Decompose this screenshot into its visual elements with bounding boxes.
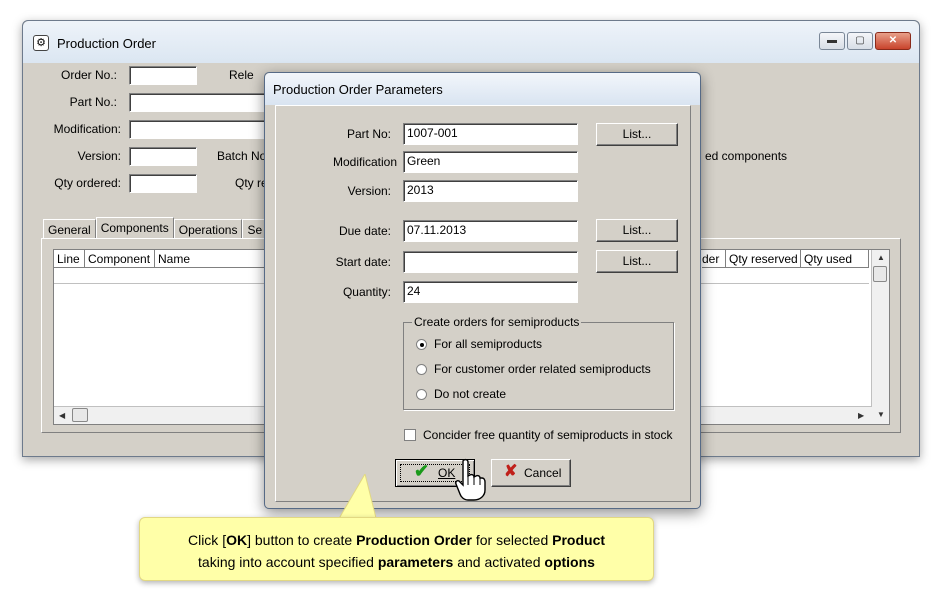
col-order[interactable]: der bbox=[702, 250, 726, 268]
close-button[interactable]: ✕ bbox=[875, 32, 911, 50]
radio-customer-order-semiproducts[interactable] bbox=[416, 364, 427, 375]
col-name[interactable]: Name bbox=[155, 250, 265, 268]
part-no-label: Part No.: bbox=[69, 95, 117, 109]
modification-label: Modification: bbox=[53, 122, 121, 136]
tab-operations[interactable]: Operations bbox=[173, 219, 243, 239]
horizontal-scroll-thumb[interactable] bbox=[72, 408, 88, 422]
dialog-title: Production Order Parameters bbox=[273, 82, 443, 97]
col-qty-reserved[interactable]: Qty reserved bbox=[726, 250, 801, 268]
due-date-input[interactable]: 07.11.2013 bbox=[403, 220, 578, 242]
quantity-label: Quantity: bbox=[342, 285, 391, 299]
release-label: Rele bbox=[229, 68, 254, 82]
callout-bold-product: Product bbox=[552, 532, 606, 548]
related-components-label: ed components bbox=[705, 149, 788, 163]
version-input[interactable]: 2013 bbox=[403, 180, 578, 202]
callout-text: Click [OK] button to create Production O… bbox=[140, 529, 653, 573]
cancel-button-label: Cancel bbox=[524, 466, 562, 480]
order-no-label: Order No.: bbox=[60, 68, 117, 82]
scroll-up-icon[interactable]: ▲ bbox=[877, 253, 885, 262]
free-quantity-checkbox-label[interactable]: Concider free quantity of semiproducts i… bbox=[423, 428, 672, 442]
minimize-button[interactable]: ▬ bbox=[819, 32, 845, 50]
production-order-parameters-dialog: Production Order Parameters Part No: 100… bbox=[264, 72, 701, 509]
cancel-button[interactable]: ✘ Cancel bbox=[491, 459, 571, 487]
part-no-input[interactable]: 1007-001 bbox=[403, 123, 578, 145]
callout-tail bbox=[336, 474, 378, 522]
vertical-scroll-thumb[interactable] bbox=[873, 266, 887, 282]
part-no-field[interactable] bbox=[129, 93, 269, 112]
tab-components[interactable]: Components bbox=[95, 217, 174, 239]
col-qty-used[interactable]: Qty used bbox=[801, 250, 869, 268]
main-titlebar[interactable]: ⚙ Production Order ▬ ▢ ✕ bbox=[23, 21, 919, 63]
tab-general[interactable]: General bbox=[43, 219, 96, 239]
window-controls: ▬ ▢ ✕ bbox=[819, 32, 911, 50]
hand-pointer-icon bbox=[455, 458, 486, 501]
scroll-down-icon[interactable]: ▼ bbox=[877, 410, 885, 419]
free-quantity-checkbox[interactable] bbox=[404, 429, 416, 441]
radio-do-not-create-label[interactable]: Do not create bbox=[434, 387, 506, 401]
callout-bold-parameters: parameters bbox=[377, 554, 454, 570]
maximize-button[interactable]: ▢ bbox=[847, 32, 873, 50]
modification-label: Modification bbox=[332, 155, 397, 169]
instruction-callout: Click [OK] button to create Production O… bbox=[139, 517, 654, 581]
qty-ordered-field[interactable] bbox=[129, 174, 197, 193]
main-tabs: General Components Operations Se bbox=[43, 217, 268, 239]
main-window-title: Production Order bbox=[57, 36, 156, 51]
scroll-right-icon[interactable]: ▶ bbox=[858, 411, 864, 420]
vertical-scrollbar[interactable]: ▲ ▼ bbox=[871, 250, 889, 424]
callout-text-part: for selected bbox=[471, 532, 553, 548]
semiproducts-group-title: Create orders for semiproducts bbox=[412, 315, 582, 329]
version-label: Version: bbox=[347, 184, 391, 198]
qty-ordered-label: Qty ordered: bbox=[54, 176, 121, 190]
start-date-input[interactable] bbox=[403, 251, 578, 273]
callout-bold-ok: OK bbox=[226, 532, 248, 548]
callout-text-part: taking into account specified bbox=[198, 554, 378, 570]
radio-all-semiproducts[interactable] bbox=[416, 339, 427, 350]
due-date-label: Due date: bbox=[338, 224, 391, 238]
order-no-field[interactable] bbox=[129, 66, 197, 85]
radio-do-not-create[interactable] bbox=[416, 389, 427, 400]
callout-text-part: and activated bbox=[453, 554, 545, 570]
dialog-titlebar[interactable]: Production Order Parameters bbox=[265, 73, 700, 105]
start-date-list-button[interactable]: List... bbox=[596, 250, 678, 273]
modification-input[interactable]: Green bbox=[403, 151, 578, 173]
due-date-list-button[interactable]: List... bbox=[596, 219, 678, 242]
start-date-label: Start date: bbox=[335, 255, 391, 269]
app-icon: ⚙ bbox=[33, 35, 49, 51]
checkmark-icon: ✔ bbox=[414, 461, 430, 481]
ok-button-label: OK bbox=[438, 466, 456, 480]
radio-customer-order-semiproducts-label[interactable]: For customer order related semiproducts bbox=[434, 362, 651, 376]
semiproducts-group: Create orders for semiproducts For all s… bbox=[403, 315, 674, 410]
callout-bold-options: options bbox=[544, 554, 595, 570]
version-field[interactable] bbox=[129, 147, 197, 166]
col-line[interactable]: Line bbox=[54, 250, 85, 268]
quantity-input[interactable]: 24 bbox=[403, 281, 578, 303]
modification-field[interactable] bbox=[129, 120, 269, 139]
part-no-list-button[interactable]: List... bbox=[596, 123, 678, 146]
callout-text-part: Click [ bbox=[187, 532, 227, 548]
col-component[interactable]: Component bbox=[85, 250, 155, 268]
radio-all-semiproducts-label[interactable]: For all semiproducts bbox=[434, 337, 542, 351]
scroll-left-icon[interactable]: ◀ bbox=[59, 411, 65, 420]
callout-text-part: ] button to create bbox=[247, 532, 357, 548]
part-no-label: Part No: bbox=[346, 127, 391, 141]
version-label: Version: bbox=[77, 149, 121, 163]
cancel-x-icon: ✘ bbox=[504, 463, 518, 480]
callout-bold-production-order: Production Order bbox=[356, 532, 472, 548]
